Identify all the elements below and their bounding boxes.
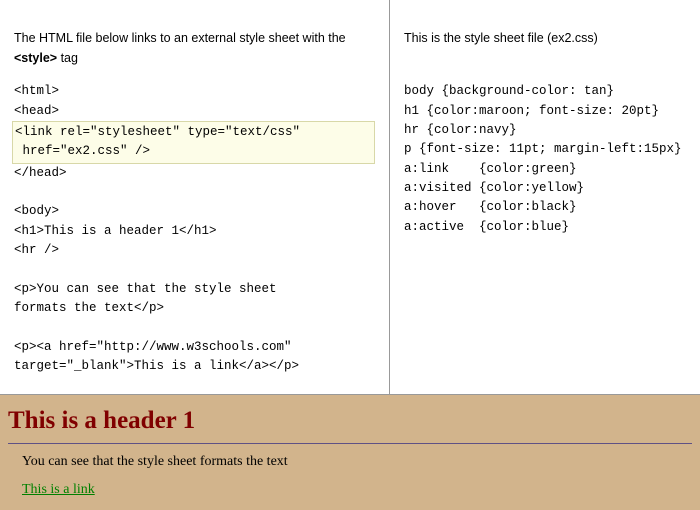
code-line: <link rel="stylesheet" type="text/css" (15, 125, 300, 139)
code-line: href="ex2.css" /> (15, 144, 150, 158)
code-line: <p><a href="http://www.w3schools.com" (14, 340, 292, 354)
code-line: target="_blank">This is a link</a></p> (14, 359, 299, 373)
code-line: a:link {color:green} (404, 162, 577, 176)
code-line: a:hover {color:black} (404, 200, 577, 214)
css-source-pane: This is the style sheet file (ex2.css) b… (390, 0, 700, 394)
code-line: body {background-color: tan} (404, 84, 614, 98)
css-intro: This is the style sheet file (ex2.css) (404, 29, 686, 48)
preview-paragraph: You can see that the style sheet formats… (22, 454, 700, 470)
rendered-preview: This is a header 1 You can see that the … (0, 395, 700, 510)
code-line: </head> (14, 166, 67, 180)
code-line: a:visited {color:yellow} (404, 181, 584, 195)
preview-hr (8, 443, 692, 444)
highlighted-link-tag: <link rel="stylesheet" type="text/css" h… (12, 121, 375, 164)
intro-pre: The HTML file below links to an external… (14, 31, 346, 45)
preview-link[interactable]: This is a link (22, 482, 95, 497)
code-line: <h1>This is a header 1</h1> (14, 224, 217, 238)
intro-post: tag (57, 51, 78, 65)
code-line: <html> (14, 84, 59, 98)
code-line: <p>You can see that the style sheet (14, 282, 277, 296)
code-line: <head> (14, 104, 59, 118)
preview-heading: This is a header 1 (8, 407, 692, 435)
code-line: a:active {color:blue} (404, 220, 569, 234)
html-source-pane: The HTML file below links to an external… (0, 0, 390, 394)
code-line: formats the text</p> (14, 301, 164, 315)
html-intro: The HTML file below links to an external… (14, 29, 375, 68)
code-line: p {font-size: 11pt; margin-left:15px} (404, 142, 682, 156)
code-line: hr {color:navy} (404, 123, 517, 137)
intro-bold: <style> (14, 51, 57, 65)
code-line: <body> (14, 204, 59, 218)
code-line: <hr /> (14, 243, 59, 257)
code-panes: The HTML file below links to an external… (0, 0, 700, 395)
code-line: h1 {color:maroon; font-size: 20pt} (404, 104, 659, 118)
